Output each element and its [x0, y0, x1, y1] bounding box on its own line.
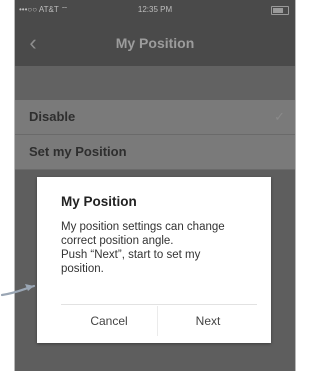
dialog-message-line: position. — [61, 263, 104, 275]
status-bar: •••○○ AT&T ⌔ 12:35 PM — [15, 0, 295, 20]
chevron-left-icon: ‹ — [29, 30, 37, 55]
list-item-disable[interactable]: Disable ✓ — [15, 100, 295, 135]
page-title: My Position — [115, 35, 195, 51]
button-divider — [157, 306, 158, 336]
list-item-set-my-position[interactable]: Set my Position — [15, 135, 295, 170]
back-button[interactable]: ‹ — [21, 28, 45, 58]
section-header-gap — [15, 66, 295, 100]
cancel-button[interactable]: Cancel — [61, 306, 157, 336]
dialog-message-line: correct position angle. — [61, 235, 174, 247]
list-item-label: Disable — [29, 109, 76, 124]
checkmark-icon: ✓ — [274, 109, 285, 124]
dialog-message-line: Push “Next”, start to set my — [61, 249, 201, 261]
dialog-divider — [61, 304, 257, 305]
battery-icon — [271, 6, 289, 15]
dialog-message-line: My position settings can change — [61, 221, 225, 233]
navigation-bar: My Position ‹ — [15, 20, 295, 66]
alert-dialog: My Position My position settings can cha… — [37, 177, 271, 343]
dialog-message: My position settings can change correct … — [61, 220, 261, 276]
screenshot-stage: •••○○ AT&T ⌔ 12:35 PM My Position ‹ Disa… — [0, 0, 296, 371]
status-time: 12:35 PM — [137, 5, 173, 14]
callout-arrow-icon — [0, 284, 36, 297]
next-button[interactable]: Next — [159, 306, 257, 336]
dialog-title: My Position — [61, 194, 137, 209]
list-item-label: Set my Position — [29, 144, 127, 159]
